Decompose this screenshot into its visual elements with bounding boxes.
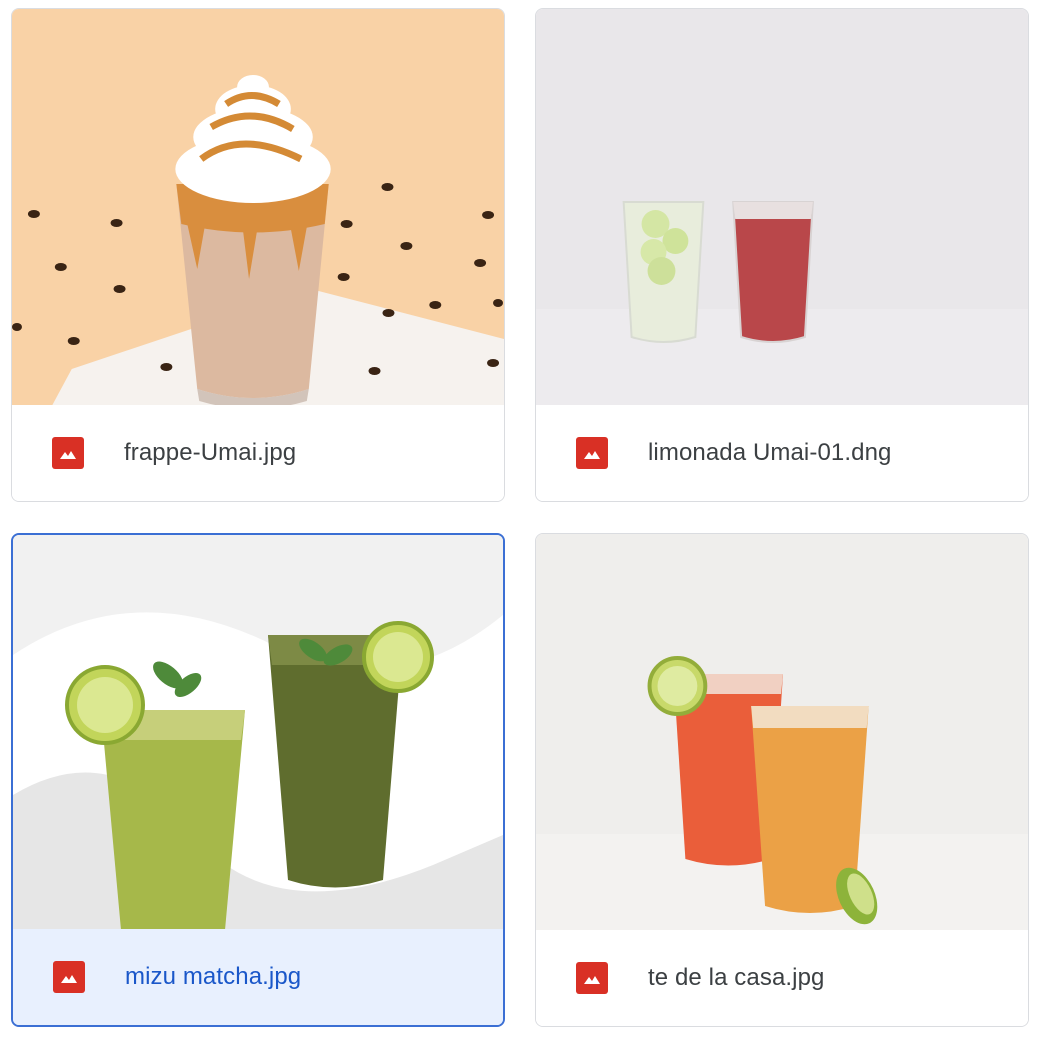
file-name: frappe-Umai.jpg: [124, 439, 297, 466]
file-grid: frappe-Umai.jpg limonada Umai-01.dng miz…: [0, 0, 1042, 1040]
image-file-icon: [52, 437, 84, 469]
file-thumbnail-mizu-matcha[interactable]: [13, 535, 503, 930]
file-name: te de la casa.jpg: [648, 964, 825, 991]
file-card-limonada[interactable]: limonada Umai-01.dng: [535, 8, 1029, 502]
file-footer[interactable]: mizu matcha.jpg: [13, 929, 503, 1025]
image-file-icon: [53, 961, 85, 993]
file-footer[interactable]: limonada Umai-01.dng: [536, 405, 1028, 501]
file-footer[interactable]: te de la casa.jpg: [536, 930, 1028, 1026]
file-card-mizu-matcha[interactable]: mizu matcha.jpg: [11, 533, 505, 1027]
file-thumbnail-te-de-la-casa[interactable]: [536, 534, 1028, 931]
image-file-icon: [576, 437, 608, 469]
file-thumbnail-limonada[interactable]: [536, 9, 1028, 406]
file-thumbnail-frappe[interactable]: [12, 9, 504, 406]
file-name: limonada Umai-01.dng: [648, 439, 892, 466]
file-footer[interactable]: frappe-Umai.jpg: [12, 405, 504, 501]
file-card-te-de-la-casa[interactable]: te de la casa.jpg: [535, 533, 1029, 1027]
file-card-frappe[interactable]: frappe-Umai.jpg: [11, 8, 505, 502]
file-name: mizu matcha.jpg: [125, 963, 302, 990]
image-file-icon: [576, 962, 608, 994]
